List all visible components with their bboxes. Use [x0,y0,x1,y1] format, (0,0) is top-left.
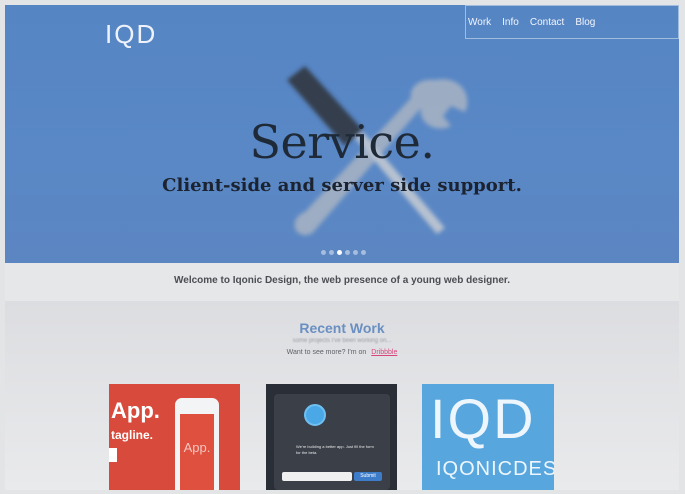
nav-work[interactable]: Work [468,17,491,28]
work-thumbnail-beta[interactable]: We're building a better app. Just fill t… [266,384,397,490]
nav-info[interactable]: Info [502,17,519,28]
email-field [282,472,352,481]
welcome-strip: Welcome to Iqonic Design, the web presen… [5,263,679,301]
dribbble-link[interactable]: Dribbble [371,349,397,356]
welcome-text: Welcome to Iqonic Design, the web presen… [174,275,510,286]
slider-dot[interactable] [345,250,350,255]
recent-work-support: Want to see more? I'm on Dribbble [5,349,679,356]
app-circle-icon [304,404,326,426]
site-logo[interactable]: IQD [105,19,157,50]
card-icon [109,448,117,462]
work-thumbnail-iqd[interactable]: IQD IQONICDES [422,384,554,490]
thumb-iqd-logo: IQD [430,387,536,450]
main-nav: Work Info Contact Blog [465,5,679,39]
thumb-app-tagline: tagline. [111,428,154,442]
thumb-beta-caption: We're building a better app. Just fill t… [296,444,374,455]
hero-title: Service. [249,115,435,169]
thumb-iqd-brand: IQONICDES [436,458,554,480]
browser-viewport: IQD Work Info Contact Blog Service. Clie… [5,5,679,490]
recent-work-title: Recent Work [299,320,385,336]
slider-dot[interactable] [353,250,358,255]
thumb-app-title: App. [111,398,160,423]
hero-slider: IQD Work Info Contact Blog Service. Clie… [5,5,679,263]
slider-dot[interactable] [329,250,334,255]
slider-dot[interactable] [321,250,326,255]
nav-blog[interactable]: Blog [575,17,595,28]
recent-work-description: some projects I've been working on... [292,338,392,344]
slider-dots [321,250,366,255]
submit-button: Submit [354,472,382,481]
support-text: Want to see more? I'm on [286,349,367,356]
phone-screen-text: App. [180,414,214,490]
nav-contact[interactable]: Contact [530,17,564,28]
slider-dot[interactable] [361,250,366,255]
recent-work-section: Recent Work some projects I've been work… [5,301,679,490]
hero-subtitle: Client-side and server side support. [162,175,522,196]
phone-icon: App. [175,398,219,490]
device-mockup: We're building a better app. Just fill t… [274,394,390,490]
work-thumbnail-app[interactable]: App. tagline. App. [109,384,240,490]
slider-dot-active[interactable] [337,250,342,255]
